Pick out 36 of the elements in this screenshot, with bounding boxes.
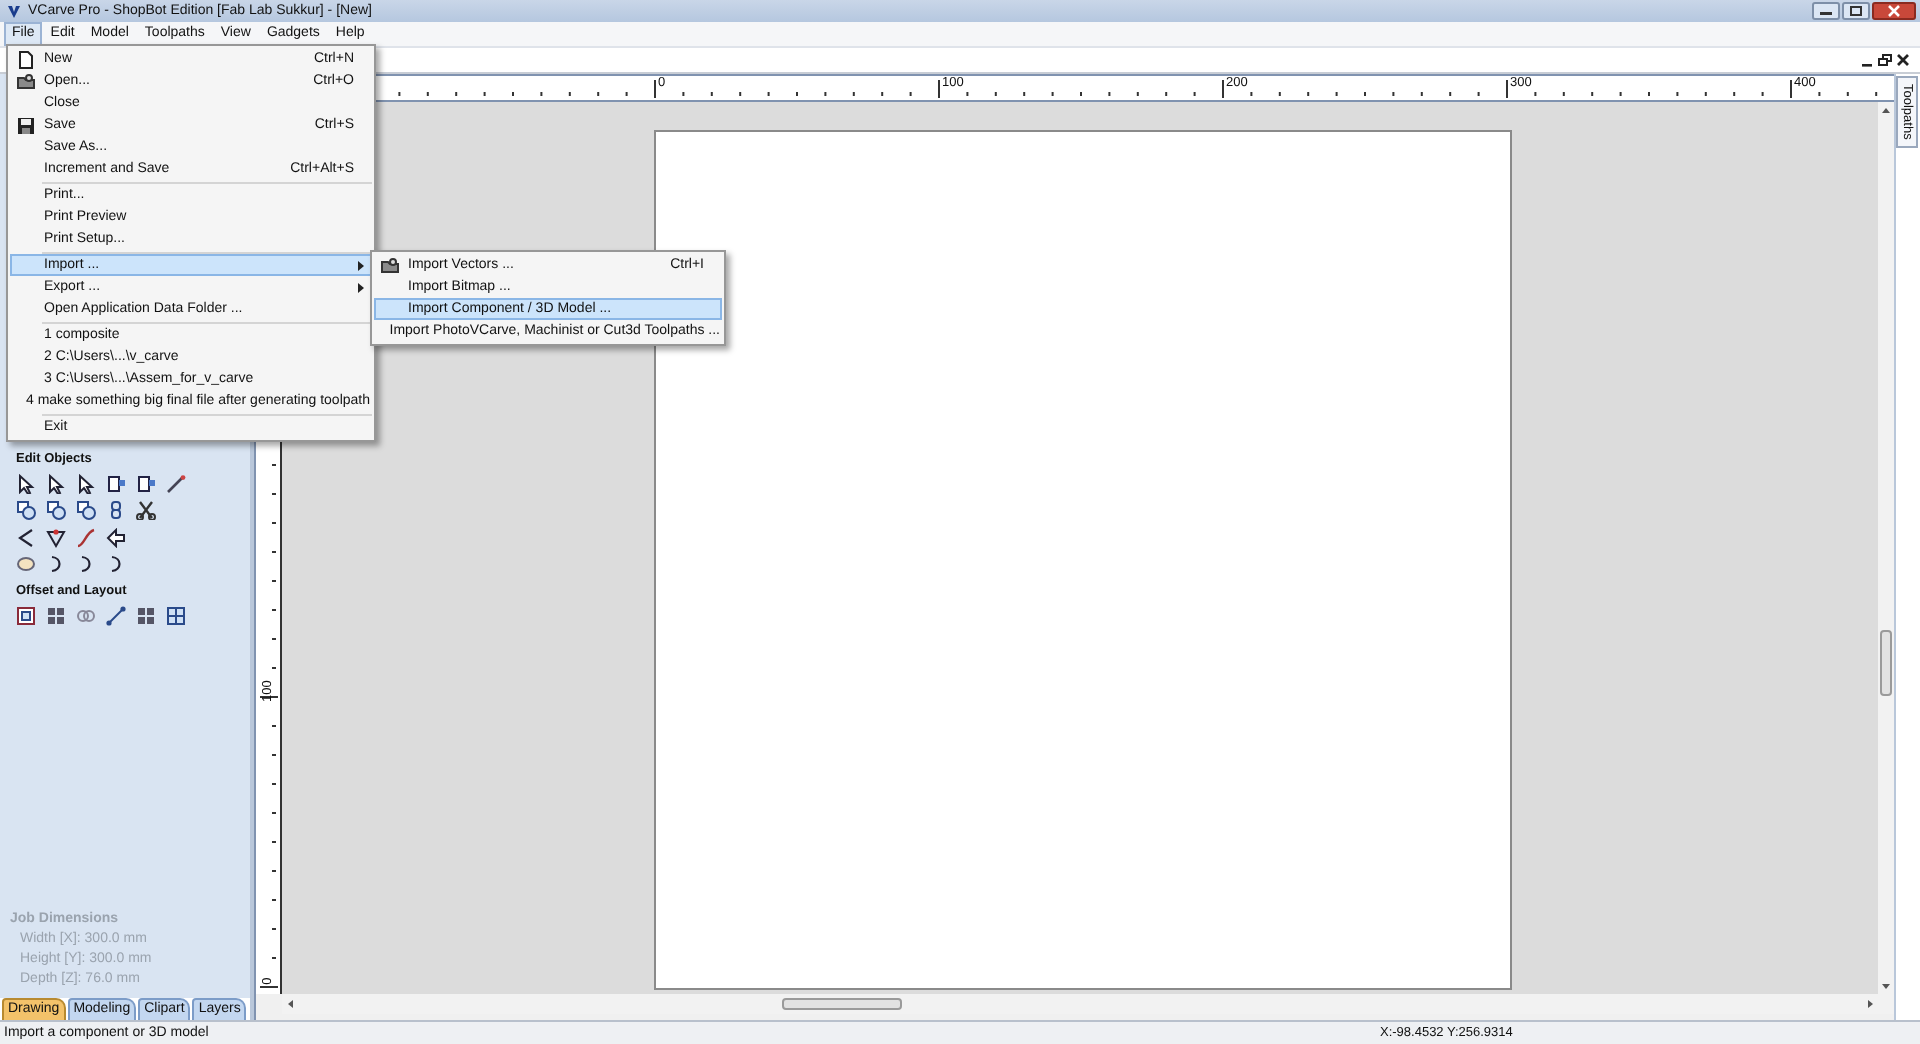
- bracket-icon[interactable]: [76, 554, 96, 575]
- link-icon[interactable]: [106, 500, 126, 521]
- wand-icon[interactable]: [166, 473, 186, 494]
- folder-icon: [16, 71, 36, 91]
- curve-icon[interactable]: [76, 527, 96, 548]
- shapes-icon[interactable]: [46, 500, 66, 521]
- bracket-icon[interactable]: [46, 554, 66, 575]
- blob-icon[interactable]: [16, 554, 36, 575]
- angle-icon[interactable]: [16, 527, 36, 548]
- scrollbar-thumb[interactable]: [1880, 630, 1892, 696]
- shapes-icon[interactable]: [76, 500, 96, 521]
- document-icon[interactable]: [136, 473, 156, 494]
- scrollbar-thumb[interactable]: [782, 998, 902, 1010]
- document-icon[interactable]: [106, 473, 126, 494]
- pointer-icon[interactable]: [76, 473, 96, 494]
- node-icon[interactable]: [46, 527, 66, 548]
- grid-icon[interactable]: [46, 605, 66, 626]
- arrow-icon[interactable]: [106, 527, 126, 548]
- nodes-icon[interactable]: [106, 605, 126, 626]
- pointer-icon[interactable]: [46, 473, 66, 494]
- scissors-icon[interactable]: [136, 500, 156, 521]
- vertical-scrollbar[interactable]: [1878, 102, 1894, 994]
- pattern-icon[interactable]: [166, 605, 186, 626]
- mdi-restore-icon[interactable]: [1878, 52, 1892, 68]
- grid-icon[interactable]: [136, 605, 156, 626]
- close-icon[interactable]: [1872, 2, 1916, 20]
- shapes-icon[interactable]: [16, 500, 36, 521]
- mdi-close-icon[interactable]: [1896, 52, 1910, 68]
- frame-icon[interactable]: [16, 605, 36, 626]
- minimize-icon[interactable]: [1812, 2, 1840, 20]
- save-icon: [16, 115, 36, 135]
- bracket-icon[interactable]: [106, 554, 126, 575]
- maximize-icon[interactable]: [1842, 2, 1870, 20]
- pointer-icon[interactable]: [16, 473, 36, 494]
- circles-icon[interactable]: [76, 605, 96, 626]
- import-icon: [380, 255, 400, 275]
